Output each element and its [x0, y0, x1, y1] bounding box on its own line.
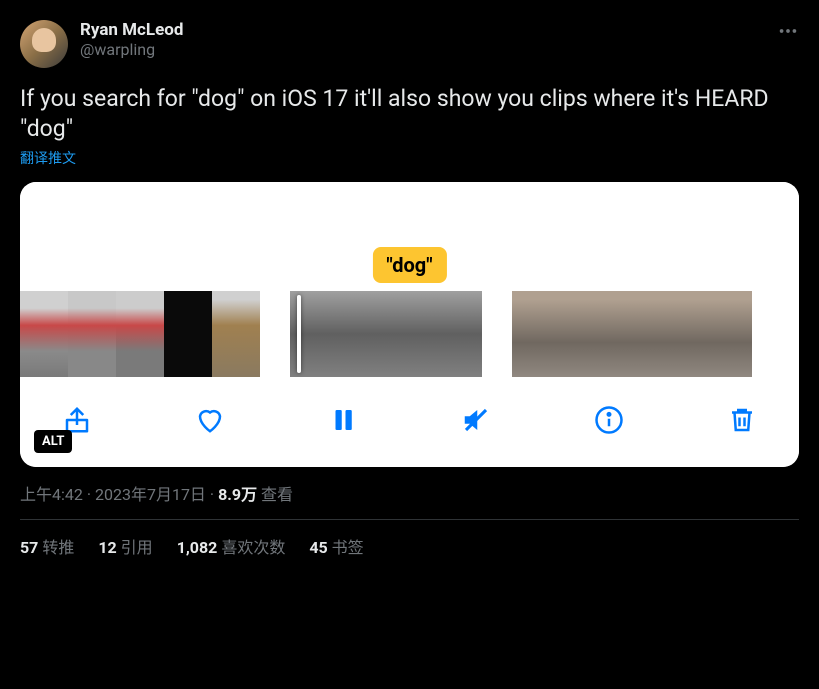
views-count: 8.9万 [218, 485, 257, 504]
clip-thumb[interactable] [608, 291, 656, 377]
mute-button[interactable] [459, 403, 493, 437]
media-card: "dog" [20, 182, 799, 467]
clip-thumb[interactable] [116, 291, 164, 377]
tweet-container: Ryan McLeod @warpling If you search for … [0, 0, 819, 578]
likes-stat[interactable]: 1,082 喜欢次数 [177, 534, 286, 558]
pause-button[interactable] [326, 403, 360, 437]
clip-thumb[interactable] [164, 291, 212, 377]
translate-link[interactable]: 翻译推文 [20, 148, 76, 168]
tweet-text: If you search for "dog" on iOS 17 it'll … [20, 84, 799, 144]
clip-thumb[interactable] [434, 291, 482, 377]
clip-thumb[interactable] [212, 291, 260, 377]
clip-thumb[interactable] [386, 291, 434, 377]
user-info: Ryan McLeod @warpling [80, 20, 765, 59]
retweets-stat[interactable]: 57 转推 [20, 534, 74, 558]
alt-badge[interactable]: ALT [34, 430, 72, 453]
more-icon[interactable] [777, 20, 799, 45]
clip-group[interactable] [290, 291, 482, 377]
delete-button[interactable] [725, 403, 759, 437]
tweet-date[interactable]: 2023年7月17日 [95, 485, 206, 504]
like-button[interactable] [193, 403, 227, 437]
search-tag: "dog" [372, 247, 446, 283]
clip-thumb[interactable] [68, 291, 116, 377]
user-handle[interactable]: @warpling [80, 40, 765, 59]
media-preview-top: "dog" [20, 182, 799, 287]
tweet-meta: 上午4:42 · 2023年7月17日 · 8.9万 查看 [20, 481, 799, 505]
bookmarks-stat[interactable]: 45 书签 [309, 534, 363, 558]
divider [20, 519, 799, 520]
clip-thumb[interactable] [512, 291, 560, 377]
media-controls [20, 377, 799, 467]
display-name[interactable]: Ryan McLeod [80, 20, 765, 40]
quotes-stat[interactable]: 12 引用 [98, 534, 152, 558]
video-timeline[interactable] [20, 287, 799, 377]
clip-thumb[interactable] [704, 291, 752, 377]
info-button[interactable] [592, 403, 626, 437]
playhead-scrubber[interactable] [297, 295, 301, 373]
clip-thumb[interactable] [560, 291, 608, 377]
clip-group[interactable] [512, 291, 752, 377]
tweet-stats: 57 转推 12 引用 1,082 喜欢次数 45 书签 [20, 534, 799, 558]
tweet-header: Ryan McLeod @warpling [20, 20, 799, 68]
clip-thumb[interactable] [338, 291, 386, 377]
clip-thumb[interactable] [20, 291, 68, 377]
clip-group[interactable] [20, 291, 260, 377]
views-label[interactable]: 查看 [261, 485, 293, 504]
clip-thumb[interactable] [656, 291, 704, 377]
avatar[interactable] [20, 20, 68, 68]
tweet-time[interactable]: 上午4:42 [20, 485, 83, 504]
